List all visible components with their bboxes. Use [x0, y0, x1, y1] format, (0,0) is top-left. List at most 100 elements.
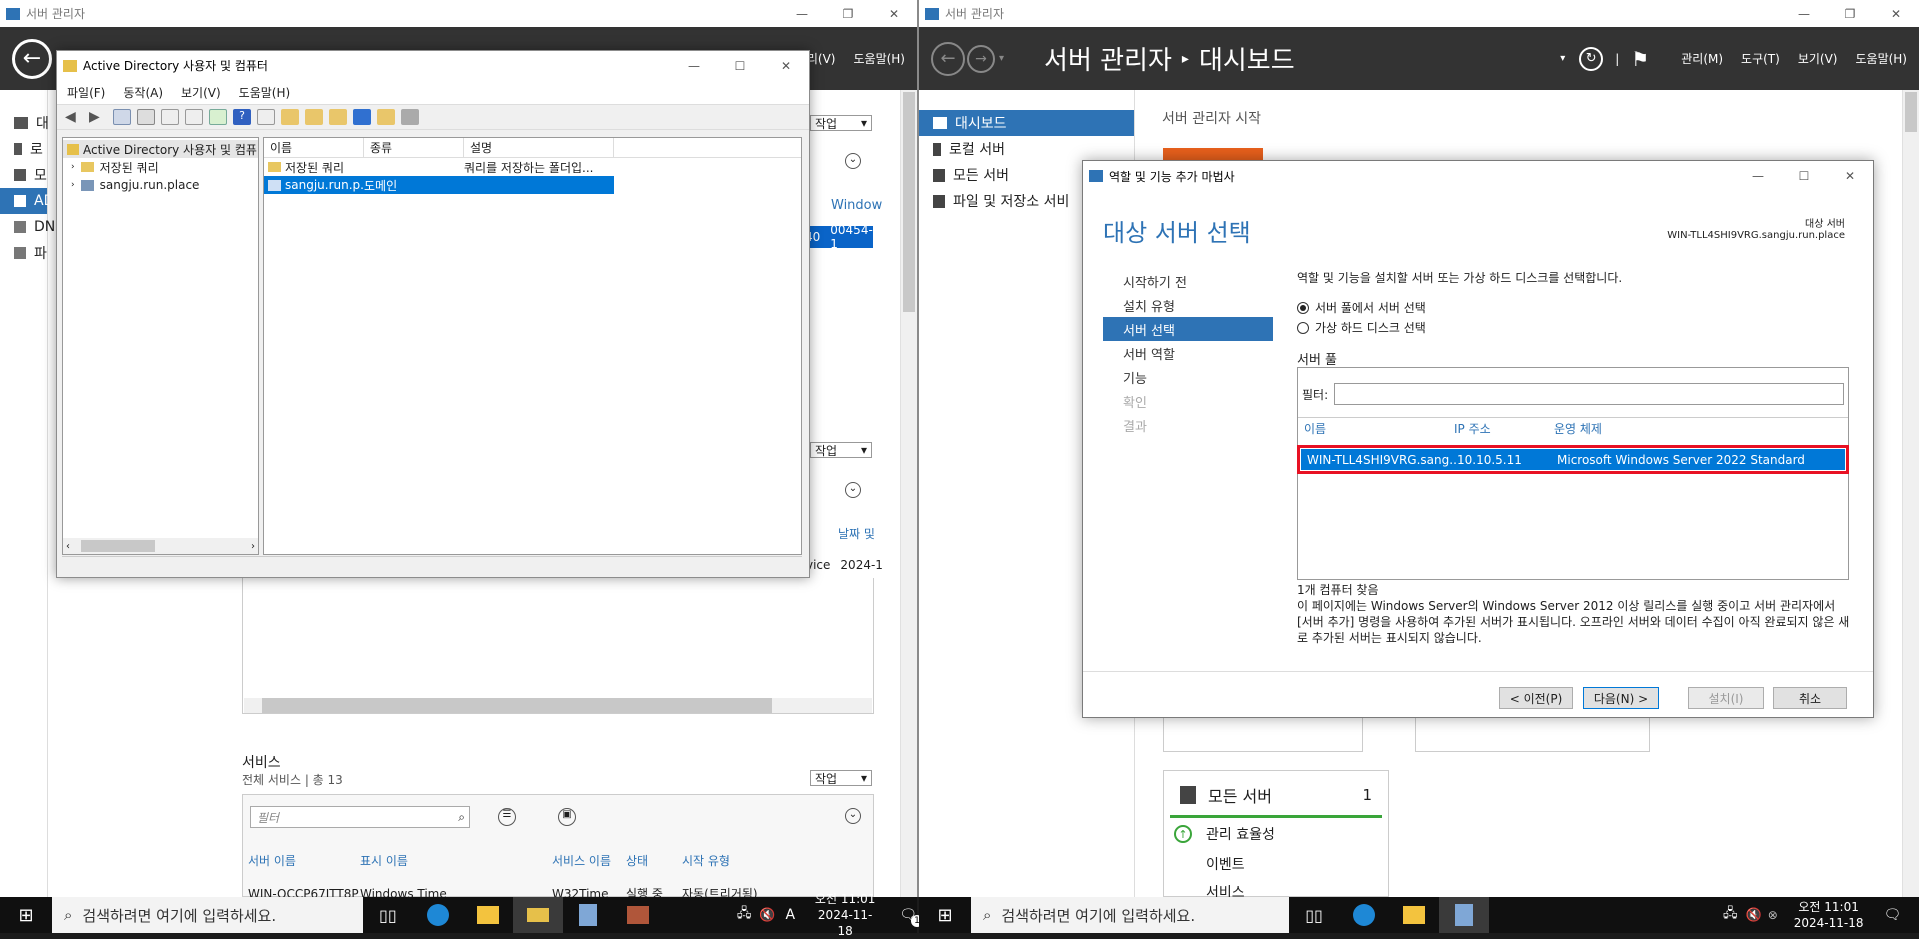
filter-input[interactable]: [1334, 383, 1844, 405]
wizard-minimize-button[interactable]: —: [1735, 169, 1781, 183]
step-install-type[interactable]: 설치 유형: [1103, 293, 1273, 317]
expand-circle-2[interactable]: ⌄: [845, 482, 861, 498]
tree-root[interactable]: Active Directory 사용자 및 컴퓨: [63, 140, 258, 158]
save-view-icon[interactable]: ▣: [558, 808, 576, 826]
history-chevron-icon[interactable]: ▾: [999, 53, 1004, 64]
list-item-selected[interactable]: sangju.run.p... 도메인: [264, 176, 614, 194]
previous-button[interactable]: < 이전(P): [1499, 687, 1573, 709]
task-view-icon[interactable]: ▯▯: [363, 906, 413, 925]
export-icon[interactable]: [209, 109, 227, 125]
tree-item-domain[interactable]: › sangju.run.place: [63, 176, 258, 194]
menu-manage[interactable]: 관리(M): [1681, 50, 1723, 67]
taskbar-search[interactable]: ⌕ 검색하려면 여기에 입력하세요.: [52, 897, 363, 933]
step-server-roles[interactable]: 서버 역할: [1103, 341, 1273, 365]
properties-icon[interactable]: [161, 109, 179, 125]
close-button[interactable]: ✕: [1873, 7, 1919, 21]
new-user-icon[interactable]: [281, 109, 299, 125]
services-filter[interactable]: 필터 ⌕: [250, 806, 470, 828]
radio-server-pool[interactable]: 서버 풀에서 서버 선택: [1297, 299, 1426, 316]
col-desc[interactable]: 설명: [464, 138, 614, 157]
list-view-icon[interactable]: ☰: [498, 808, 516, 826]
tile-item-services[interactable]: 서비스: [1164, 878, 1388, 897]
task-dropdown-1[interactable]: 작업 ▾: [810, 115, 872, 131]
server-manager-taskbar-icon[interactable]: [1439, 897, 1489, 933]
col-service-name[interactable]: 서비스 이름: [552, 852, 626, 869]
close-button[interactable]: ✕: [871, 7, 917, 21]
file-explorer-icon[interactable]: [463, 906, 513, 924]
volume-muted-icon[interactable]: 🔇: [759, 908, 775, 923]
delegate-icon[interactable]: [401, 109, 419, 125]
windows-start-icon[interactable]: ⊞: [919, 897, 971, 933]
col-display-name[interactable]: 표시 이름: [360, 852, 552, 869]
nav-item-dashboard[interactable]: 대: [0, 110, 49, 136]
forward-icon[interactable]: ▶: [89, 109, 107, 125]
network-icon[interactable]: 🖧: [737, 904, 752, 926]
windows-start-icon[interactable]: ⊞: [0, 897, 52, 933]
nav-item-file[interactable]: 파: [0, 240, 47, 266]
tree-hscrollbar[interactable]: ‹ ›: [63, 538, 258, 554]
file-explorer-icon[interactable]: [1389, 906, 1439, 924]
notification-icon[interactable]: 🗨 1: [899, 907, 923, 927]
minimize-button[interactable]: —: [779, 7, 825, 21]
new-group-icon[interactable]: [305, 109, 323, 125]
left-clock[interactable]: 오전 11:01 2024-11-18: [811, 891, 879, 939]
col-os[interactable]: 운영 체제: [1554, 420, 1754, 437]
ad-menu-file[interactable]: 파일(F): [67, 84, 105, 101]
menu-help[interactable]: 도움말(H): [1855, 50, 1907, 67]
col-name[interactable]: 이름: [1304, 420, 1454, 437]
console-tree-icon[interactable]: [113, 109, 131, 125]
right-vertical-scrollbar[interactable]: [1902, 90, 1919, 897]
expand-circle-1[interactable]: ⌄: [845, 153, 861, 169]
restore-button[interactable]: ❐: [825, 7, 871, 21]
toolbox-icon[interactable]: [613, 906, 663, 924]
col-type[interactable]: 종류: [364, 138, 464, 157]
wizard-close-button[interactable]: ✕: [1827, 169, 1873, 183]
ad-menu-help[interactable]: 도움말(H): [239, 84, 291, 101]
nav-item-dns[interactable]: DN: [0, 214, 55, 240]
error-icon[interactable]: ⊗: [1768, 908, 1778, 922]
dropdown-icon[interactable]: ▾: [1560, 53, 1565, 64]
task-view-icon[interactable]: ▯▯: [1289, 906, 1339, 925]
col-name[interactable]: 이름: [264, 138, 364, 157]
server-manager-taskbar-icon[interactable]: [563, 904, 613, 926]
menu-view[interactable]: 보기(V): [1798, 50, 1838, 67]
task-dropdown-3[interactable]: 작업 ▾: [810, 770, 872, 786]
col-ip[interactable]: IP 주소: [1454, 420, 1554, 437]
menu-help[interactable]: 도움말(H): [853, 50, 905, 67]
notification-icon[interactable]: 🗨: [1884, 907, 1902, 923]
list-item[interactable]: 저장된 쿼리 쿼리를 저장하는 폴더입...: [264, 158, 801, 176]
horizontal-scrollbar[interactable]: [244, 698, 872, 713]
tree-item-saved-queries[interactable]: › 저장된 쿼리: [63, 158, 258, 176]
clipboard-icon[interactable]: [137, 109, 155, 125]
tile-item-manageability[interactable]: ↑ 관리 효율성: [1164, 818, 1388, 850]
nav-item-local[interactable]: 로: [0, 136, 47, 162]
ad-taskbar-icon[interactable]: [512, 897, 563, 933]
minimize-button[interactable]: —: [1781, 7, 1827, 21]
menu-tools[interactable]: 도구(T): [1741, 50, 1780, 67]
back-arrow-icon[interactable]: ←: [931, 41, 965, 76]
ad-maximize-button[interactable]: ☐: [717, 59, 763, 73]
forward-arrow-icon[interactable]: →: [967, 44, 995, 73]
task-dropdown-2[interactable]: 작업 ▾: [810, 442, 872, 458]
col-status[interactable]: 상태: [626, 852, 682, 869]
taskbar-search[interactable]: ⌕ 검색하려면 여기에 입력하세요.: [971, 897, 1289, 933]
add-to-group-icon[interactable]: [377, 109, 395, 125]
step-server-selection[interactable]: 서버 선택: [1103, 317, 1273, 341]
expand-circle-3[interactable]: ⌄: [845, 808, 861, 824]
nav-item-dashboard[interactable]: 대시보드: [919, 110, 1134, 136]
network-icon[interactable]: 🖧: [1723, 904, 1738, 926]
wizard-maximize-button[interactable]: ☐: [1781, 169, 1827, 183]
step-features[interactable]: 기능: [1103, 365, 1273, 389]
nav-item-all[interactable]: 모: [0, 162, 47, 188]
volume-muted-icon[interactable]: 🔇: [1746, 908, 1762, 923]
refresh-icon[interactable]: ↻: [1579, 46, 1604, 71]
breadcrumb-root[interactable]: 서버 관리자: [1044, 40, 1172, 77]
ad-minimize-button[interactable]: —: [671, 59, 717, 73]
menu-view[interactable]: 리(V): [807, 50, 836, 67]
tile-item-events[interactable]: 이벤트: [1164, 850, 1388, 878]
back-icon[interactable]: ◀: [65, 109, 83, 125]
col-server-name[interactable]: 서버 이름: [248, 852, 360, 869]
help-icon[interactable]: ?: [233, 109, 251, 125]
ad-menu-view[interactable]: 보기(V): [181, 84, 221, 101]
flag-icon[interactable]: ⚑: [1631, 47, 1649, 71]
